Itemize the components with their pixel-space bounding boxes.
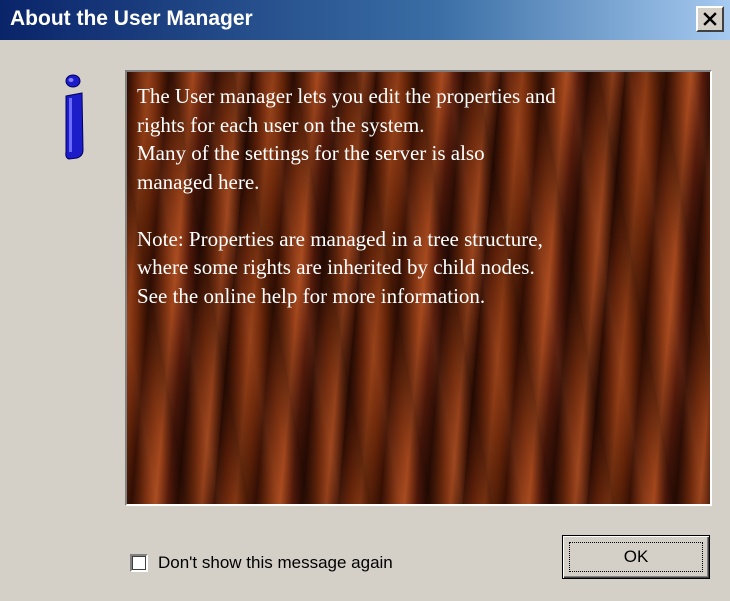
message-line: Note: Properties are managed in a tree s…: [137, 226, 543, 251]
window-title: About the User Manager: [10, 7, 253, 30]
dont-show-again-row[interactable]: Don't show this message again: [130, 552, 393, 574]
message-line: The User manager lets you edit the prope…: [137, 84, 556, 108]
message-text: The User manager lets you edit the prope…: [137, 82, 700, 310]
message-line: See the online help for more information…: [137, 283, 486, 308]
close-button[interactable]: [696, 6, 724, 32]
info-icon: [65, 74, 84, 160]
message-line: [137, 196, 700, 225]
message-line: Many of the settings for the server is a…: [137, 141, 485, 165]
message-line: managed here.: [137, 169, 260, 194]
close-icon: [703, 12, 717, 26]
title-bar: About the User Manager: [0, 0, 730, 40]
message-panel: The User manager lets you edit the prope…: [125, 70, 712, 506]
dont-show-again-checkbox[interactable]: [130, 554, 148, 572]
dont-show-again-label[interactable]: Don't show this message again: [158, 553, 393, 573]
message-line: where some rights are inherited by child…: [137, 255, 535, 279]
ok-button-label: OK: [623, 547, 649, 566]
about-dialog: About the User Manager The User manager …: [0, 0, 730, 601]
message-line: rights for each user on the system.: [137, 112, 425, 137]
ok-button[interactable]: OK: [562, 535, 710, 579]
